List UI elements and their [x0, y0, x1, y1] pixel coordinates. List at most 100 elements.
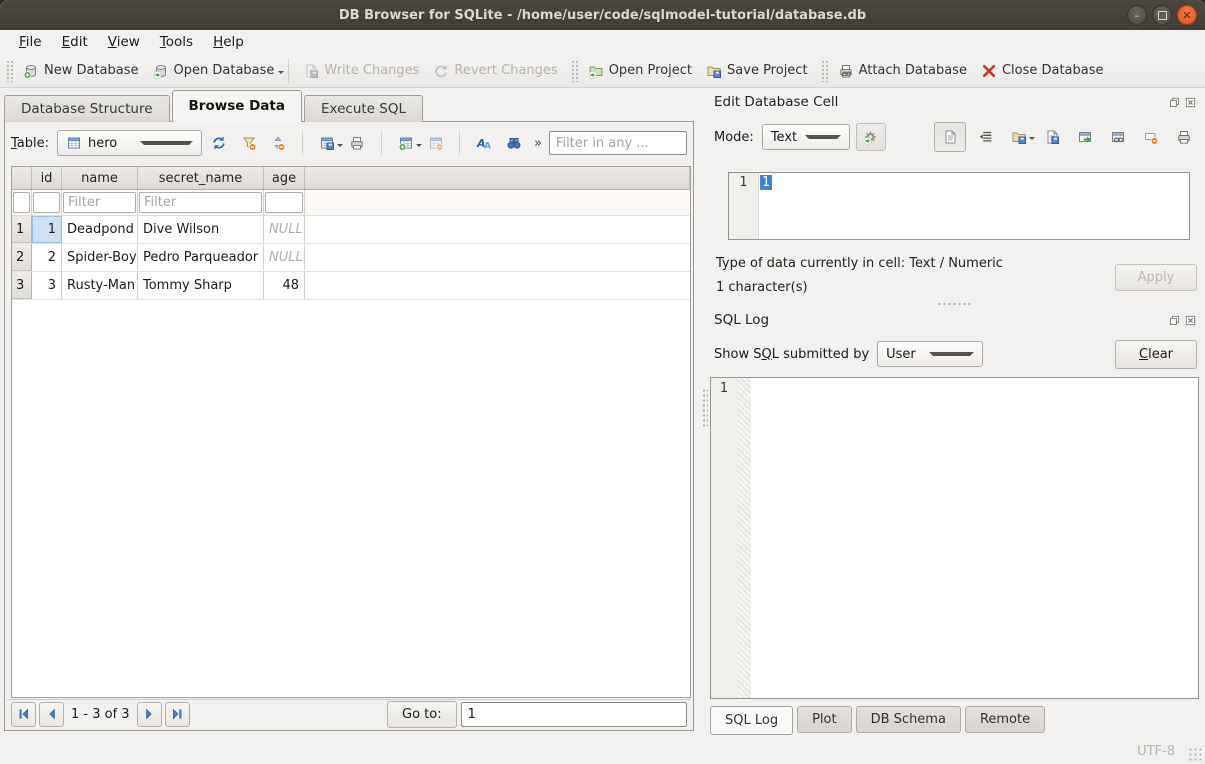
row-number[interactable]: 1 — [12, 216, 32, 243]
close-button[interactable]: ✕ — [1177, 5, 1197, 25]
text-document-button[interactable] — [934, 122, 966, 152]
apply-button[interactable]: Apply — [1115, 264, 1197, 291]
float-panel-icon[interactable] — [1168, 96, 1181, 109]
app-window: DB Browser for SQLite - /home/user/code/… — [0, 0, 1205, 764]
corner-header[interactable] — [12, 167, 32, 189]
sql-source-selector[interactable]: User — [877, 341, 983, 367]
open-external-button[interactable] — [1072, 125, 1098, 149]
export-data-button[interactable] — [1039, 125, 1065, 149]
filter-any-column-input[interactable] — [549, 131, 687, 155]
find-button[interactable] — [501, 130, 527, 156]
filter-input-secret-name[interactable] — [139, 192, 262, 213]
close-panel-icon[interactable] — [1184, 96, 1197, 109]
column-header-age[interactable]: age — [264, 167, 305, 189]
cell-name[interactable]: Spider-Boy — [62, 244, 138, 271]
maximize-button[interactable] — [1152, 5, 1172, 25]
open-database-button[interactable]: Open Database — [146, 59, 282, 83]
copy-link-button[interactable] — [1105, 125, 1131, 149]
filter-input-age[interactable] — [265, 192, 303, 213]
cell-age[interactable]: 48 — [264, 272, 305, 299]
menu-view[interactable]: View — [99, 32, 149, 52]
filter-input-id[interactable] — [33, 192, 60, 213]
close-panel-icon[interactable] — [1184, 314, 1197, 327]
menu-help[interactable]: Help — [204, 32, 253, 52]
row-number[interactable]: 3 — [12, 272, 32, 299]
tab-database-structure[interactable]: Database Structure — [4, 95, 170, 122]
toolbar-grip[interactable] — [821, 60, 828, 82]
word-wrap-button[interactable] — [973, 125, 999, 149]
insert-record-button[interactable] — [393, 130, 419, 156]
close-database-button[interactable]: Close Database — [974, 59, 1111, 83]
clear-filters-button[interactable] — [236, 130, 262, 156]
save-project-button[interactable]: Save Project — [699, 59, 815, 83]
float-panel-icon[interactable] — [1168, 314, 1181, 327]
attach-database-button[interactable]: Attach Database — [831, 59, 974, 83]
open-project-button[interactable]: Open Project — [581, 59, 699, 83]
tab-browse-data[interactable]: Browse Data — [172, 90, 302, 122]
resize-grip[interactable] — [1188, 747, 1202, 761]
revert-changes-button[interactable]: Revert Changes — [426, 59, 564, 83]
sql-log-content[interactable] — [751, 378, 1198, 698]
apply-format-button[interactable] — [856, 123, 886, 151]
print-table-button[interactable] — [344, 130, 370, 156]
clear-log-button[interactable]: Clear — [1115, 340, 1197, 369]
sql-log-title: SQL Log — [714, 312, 769, 328]
cell-age[interactable]: NULL — [264, 244, 305, 271]
menu-edit[interactable]: Edit — [53, 32, 97, 52]
column-header-id[interactable]: id — [32, 167, 62, 189]
cell-name[interactable]: Deadpond — [62, 216, 138, 243]
write-changes-button[interactable]: Write Changes — [296, 59, 426, 83]
import-data-button[interactable] — [1006, 125, 1032, 149]
cell-id[interactable]: 1 — [32, 216, 62, 243]
next-page-button[interactable] — [137, 702, 162, 727]
dock-tab-db-schema[interactable]: DB Schema — [856, 706, 961, 733]
attach-database-icon — [838, 63, 854, 79]
tab-execute-sql[interactable]: Execute SQL — [304, 95, 423, 122]
sql-log-editor[interactable]: 1 — [710, 377, 1199, 699]
encoding-indicator[interactable]: UTF-8 — [1137, 744, 1175, 759]
cell-editor-content[interactable]: 1 — [759, 173, 1189, 239]
font-settings-button[interactable] — [471, 130, 497, 156]
export-table-button[interactable] — [314, 130, 340, 156]
delete-record-button[interactable] — [423, 130, 449, 156]
cell-id[interactable]: 2 — [32, 244, 62, 271]
filter-input-name[interactable] — [63, 192, 136, 213]
last-page-button[interactable] — [165, 702, 190, 727]
cell-secret-name[interactable]: Tommy Sharp — [138, 272, 264, 299]
menu-tools[interactable]: Tools — [151, 32, 202, 52]
dock-tab-sql-log[interactable]: SQL Log — [710, 706, 793, 735]
dock-splitter[interactable] — [702, 300, 1205, 308]
row-number[interactable]: 2 — [12, 244, 32, 271]
column-header-secret-name[interactable]: secret_name — [138, 167, 264, 189]
goto-button[interactable]: Go to: — [387, 701, 457, 728]
new-database-button[interactable]: New Database — [16, 59, 146, 83]
menu-file[interactable]: File — [10, 32, 51, 52]
panel-splitter-handle[interactable] — [702, 388, 708, 428]
goto-input[interactable] — [461, 702, 687, 727]
refresh-button[interactable] — [206, 130, 232, 156]
cell-id[interactable]: 3 — [32, 272, 62, 299]
column-header-name[interactable]: name — [62, 167, 138, 189]
dock-tab-plot[interactable]: Plot — [797, 706, 852, 733]
previous-page-button[interactable] — [39, 702, 64, 727]
filter-input-rownum[interactable] — [13, 192, 30, 213]
cell-editor[interactable]: 1 1 — [728, 172, 1190, 240]
print-cell-button[interactable] — [1171, 125, 1197, 149]
cell-name[interactable]: Rusty-Man — [62, 272, 138, 299]
minimize-button[interactable]: – — [1127, 5, 1147, 25]
first-page-button[interactable] — [11, 702, 36, 727]
toolbar-overflow-button[interactable]: » — [531, 136, 545, 151]
titlebar[interactable]: DB Browser for SQLite - /home/user/code/… — [0, 0, 1205, 31]
toolbar-grip[interactable] — [6, 60, 13, 82]
first-page-icon — [17, 707, 31, 721]
toolbar-grip[interactable] — [571, 60, 578, 82]
cell-age[interactable]: NULL — [264, 216, 305, 243]
gear-icon — [863, 129, 879, 145]
dock-tab-remote[interactable]: Remote — [965, 706, 1045, 733]
table-selector[interactable]: hero — [57, 130, 202, 156]
clear-sorting-button[interactable] — [266, 130, 292, 156]
set-null-button[interactable] — [1138, 125, 1164, 149]
cell-secret-name[interactable]: Dive Wilson — [138, 216, 264, 243]
mode-selector[interactable]: Text — [762, 124, 850, 150]
cell-secret-name[interactable]: Pedro Parqueador — [138, 244, 264, 271]
